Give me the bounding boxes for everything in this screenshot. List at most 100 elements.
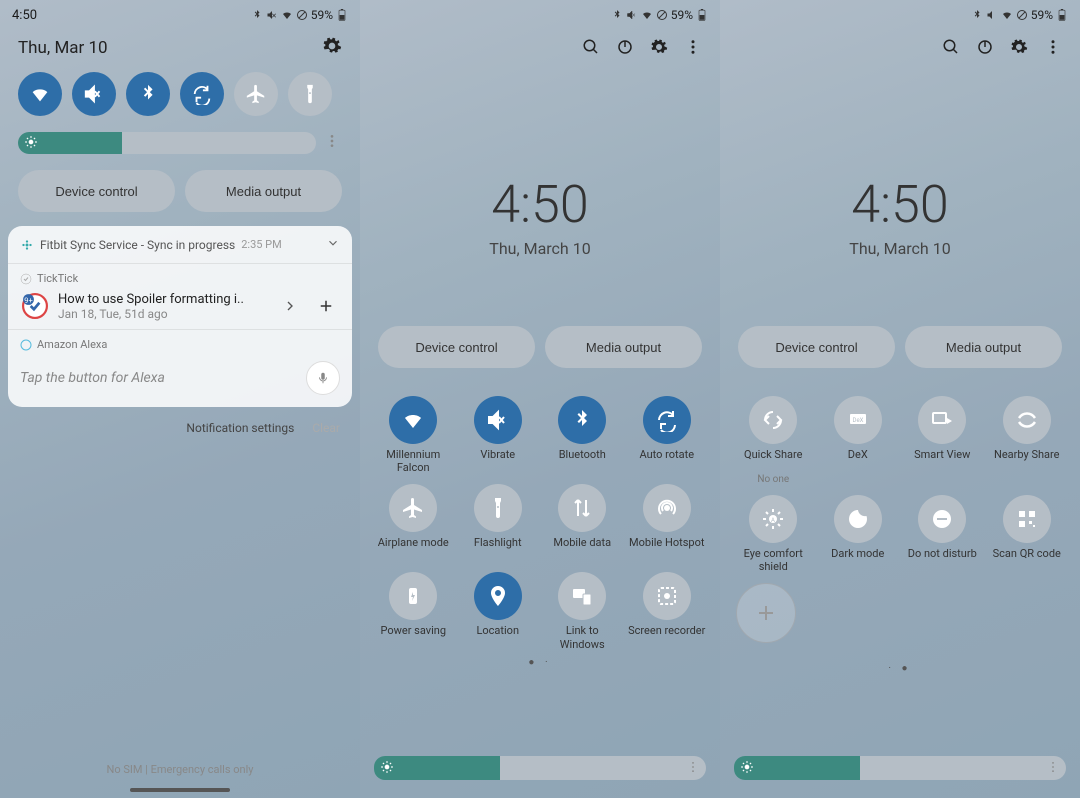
power-icon	[616, 38, 634, 56]
fitbit-notification[interactable]: Fitbit Sync Service - Sync in progress 2…	[8, 226, 352, 264]
clear-button[interactable]: Clear	[312, 421, 340, 435]
qs-tile-nearbyshare[interactable]: Nearby Share	[988, 396, 1067, 485]
qs-tile-screenrec[interactable]: Screen recorder	[628, 572, 707, 650]
qs-tile-mobiledata[interactable]: Mobile data	[543, 484, 622, 562]
qs-tile-quickshare[interactable]: Quick ShareNo one	[734, 396, 813, 485]
ticktick-app-label: TickTick	[37, 272, 78, 285]
notification-settings-link[interactable]: Notification settings	[186, 421, 294, 435]
pager-dots[interactable]: · ●	[720, 663, 1080, 674]
status-icons: 59%	[611, 8, 708, 22]
qs-tile-hotspot[interactable]: Mobile Hotspot	[628, 484, 707, 562]
airplane-toggle[interactable]	[234, 72, 278, 116]
screen-quick-panel: 4:50 59% Thu, Mar 10 Device control	[0, 0, 360, 798]
qs-tile-label: Location	[476, 624, 519, 650]
flashlight-toggle[interactable]	[288, 72, 332, 116]
media-output-button[interactable]: Media output	[545, 326, 702, 368]
eyecomfort-icon: A	[749, 495, 797, 543]
hotspot-icon	[643, 484, 691, 532]
chevron-down-icon	[326, 236, 340, 250]
smartview-icon	[918, 396, 966, 444]
qs-tile-smartview[interactable]: Smart View	[903, 396, 982, 485]
linkwindows-icon	[558, 572, 606, 620]
add-tile-button[interactable]	[736, 583, 796, 643]
qs-tile-scanqr[interactable]: Scan QR code	[988, 495, 1067, 573]
qs-tile-wifi[interactable]: Millennium Falcon	[374, 396, 453, 474]
qs-tile-label: Quick Share	[744, 448, 802, 474]
brightness-menu-button[interactable]	[1046, 759, 1060, 778]
alexa-prompt[interactable]: Tap the button for Alexa	[20, 370, 300, 386]
search-button[interactable]	[582, 38, 600, 60]
qs-tile-linkwindows[interactable]: Link to Windows	[543, 572, 622, 650]
screen-qs-page1: 59% 4:50 Thu, March 10 Device control Me…	[360, 0, 720, 798]
brightness-slider[interactable]	[18, 132, 316, 154]
mute-icon	[986, 9, 998, 21]
plus-icon	[754, 601, 778, 625]
power-icon	[976, 38, 994, 56]
gear-icon	[322, 36, 342, 56]
device-control-button[interactable]: Device control	[738, 326, 895, 368]
ticktick-notification[interactable]: TickTick 9+ How to use Spoiler formattin…	[8, 264, 352, 330]
nodata-icon	[656, 9, 668, 21]
power-button[interactable]	[976, 38, 994, 60]
qs-tile-airplane[interactable]: Airplane mode	[374, 484, 453, 562]
bluetooth-icon	[251, 9, 263, 21]
notifications-card: Fitbit Sync Service - Sync in progress 2…	[8, 226, 352, 407]
status-icons: 59%	[251, 8, 348, 22]
scanqr-icon	[1003, 495, 1051, 543]
qs-tile-vibrate[interactable]: Vibrate	[459, 396, 538, 474]
nearbyshare-icon	[1003, 396, 1051, 444]
search-button[interactable]	[942, 38, 960, 60]
bluetooth-toggle[interactable]	[126, 72, 170, 116]
ticktick-add-button[interactable]	[312, 292, 340, 320]
wifi-toggle[interactable]	[18, 72, 62, 116]
settings-button[interactable]	[650, 38, 668, 60]
ticktick-open-button[interactable]	[276, 292, 304, 320]
device-control-button[interactable]: Device control	[378, 326, 535, 368]
more-button[interactable]	[684, 38, 702, 60]
device-control-button[interactable]: Device control	[18, 170, 175, 212]
qs-tile-bluetooth[interactable]: Bluetooth	[543, 396, 622, 474]
qs-tile-dex[interactable]: DeXDeX	[819, 396, 898, 485]
mic-icon	[316, 371, 330, 385]
more-vert-icon	[686, 760, 700, 774]
pager-dots[interactable]: ● ·	[360, 657, 720, 668]
ticktick-title: How to use Spoiler formatting i..	[58, 292, 268, 307]
sound-toggle[interactable]	[72, 72, 116, 116]
brightness-slider[interactable]	[374, 756, 706, 780]
brightness-menu-button[interactable]	[322, 133, 342, 153]
nav-pill[interactable]	[130, 788, 230, 792]
settings-button[interactable]	[1010, 38, 1028, 60]
dex-icon: DeX	[834, 396, 882, 444]
alexa-mic-button[interactable]	[306, 361, 340, 395]
brightness-slider-row	[374, 756, 706, 780]
qs-tile-label: Mobile Hotspot	[629, 536, 704, 562]
qs-tile-dnd[interactable]: Do not disturb	[903, 495, 982, 573]
search-icon	[582, 38, 600, 56]
status-time: 4:50	[12, 8, 37, 23]
qs-tile-flashlight[interactable]: Flashlight	[459, 484, 538, 562]
more-button[interactable]	[1044, 38, 1062, 60]
nodata-icon	[296, 9, 308, 21]
qs-tile-location[interactable]: Location	[459, 572, 538, 650]
rotate-toggle[interactable]	[180, 72, 224, 116]
media-output-button[interactable]: Media output	[185, 170, 342, 212]
qs-tile-eyecomfort[interactable]: AEye comfort shield	[734, 495, 813, 573]
vibrate-icon	[474, 396, 522, 444]
chevron-right-icon	[282, 298, 298, 314]
status-icons: 59%	[971, 8, 1068, 22]
svg-text:DeX: DeX	[852, 417, 863, 424]
qs-tile-powersaving[interactable]: Power saving	[374, 572, 453, 650]
clock-time: 4:50	[720, 174, 1080, 235]
alexa-notification: Amazon Alexa	[8, 330, 352, 351]
sun-icon	[380, 759, 394, 778]
power-button[interactable]	[616, 38, 634, 60]
brightness-menu-button[interactable]	[686, 759, 700, 778]
dnd-icon	[918, 495, 966, 543]
qs-tile-autorotate[interactable]: Auto rotate	[628, 396, 707, 474]
mobiledata-icon	[558, 484, 606, 532]
settings-button[interactable]	[322, 36, 342, 60]
qs-tile-darkmode[interactable]: Dark mode	[819, 495, 898, 573]
media-output-button[interactable]: Media output	[905, 326, 1062, 368]
brightness-slider[interactable]	[734, 756, 1066, 780]
expand-button[interactable]	[326, 236, 340, 253]
